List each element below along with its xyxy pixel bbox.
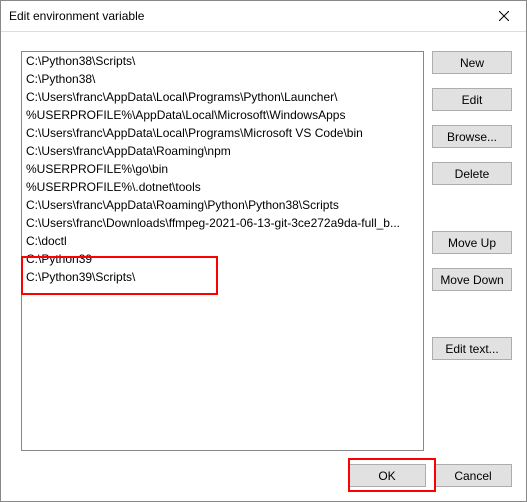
edit-button[interactable]: Edit <box>432 88 512 111</box>
list-item[interactable]: C:\doctl <box>22 232 423 250</box>
titlebar: Edit environment variable <box>1 1 526 32</box>
edit-text-button[interactable]: Edit text... <box>432 337 512 360</box>
move-up-button[interactable]: Move Up <box>432 231 512 254</box>
list-item[interactable]: %USERPROFILE%\go\bin <box>22 160 423 178</box>
list-item[interactable]: C:\Users\franc\AppData\Local\Programs\Mi… <box>22 124 423 142</box>
path-list[interactable]: C:\Python38\Scripts\ C:\Python38\ C:\Use… <box>21 51 424 451</box>
list-item[interactable]: C:\Python39\Scripts\ <box>22 268 423 286</box>
browse-button[interactable]: Browse... <box>432 125 512 148</box>
dialog-title: Edit environment variable <box>9 9 144 23</box>
button-column: New Edit Browse... Delete Move Up Move D… <box>432 51 512 451</box>
cancel-button[interactable]: Cancel <box>434 464 512 487</box>
list-item[interactable]: C:\Python38\Scripts\ <box>22 52 423 70</box>
new-button[interactable]: New <box>432 51 512 74</box>
ok-button[interactable]: OK <box>348 464 426 487</box>
list-item[interactable]: C:\Users\franc\Downloads\ffmpeg-2021-06-… <box>22 214 423 232</box>
list-item[interactable]: C:\Python39 <box>22 250 423 268</box>
dialog-buttons: OK Cancel <box>348 464 512 487</box>
list-item[interactable]: C:\Python38\ <box>22 70 423 88</box>
list-item[interactable]: C:\Users\franc\AppData\Roaming\npm <box>22 142 423 160</box>
list-item[interactable]: %USERPROFILE%\AppData\Local\Microsoft\Wi… <box>22 106 423 124</box>
list-item[interactable]: C:\Users\franc\AppData\Roaming\Python\Py… <box>22 196 423 214</box>
delete-button[interactable]: Delete <box>432 162 512 185</box>
move-down-button[interactable]: Move Down <box>432 268 512 291</box>
close-button[interactable] <box>481 2 526 31</box>
close-icon <box>499 11 509 21</box>
list-item[interactable]: %USERPROFILE%\.dotnet\tools <box>22 178 423 196</box>
edit-env-var-dialog: Edit environment variable C:\Python38\Sc… <box>0 0 527 502</box>
list-item[interactable]: C:\Users\franc\AppData\Local\Programs\Py… <box>22 88 423 106</box>
